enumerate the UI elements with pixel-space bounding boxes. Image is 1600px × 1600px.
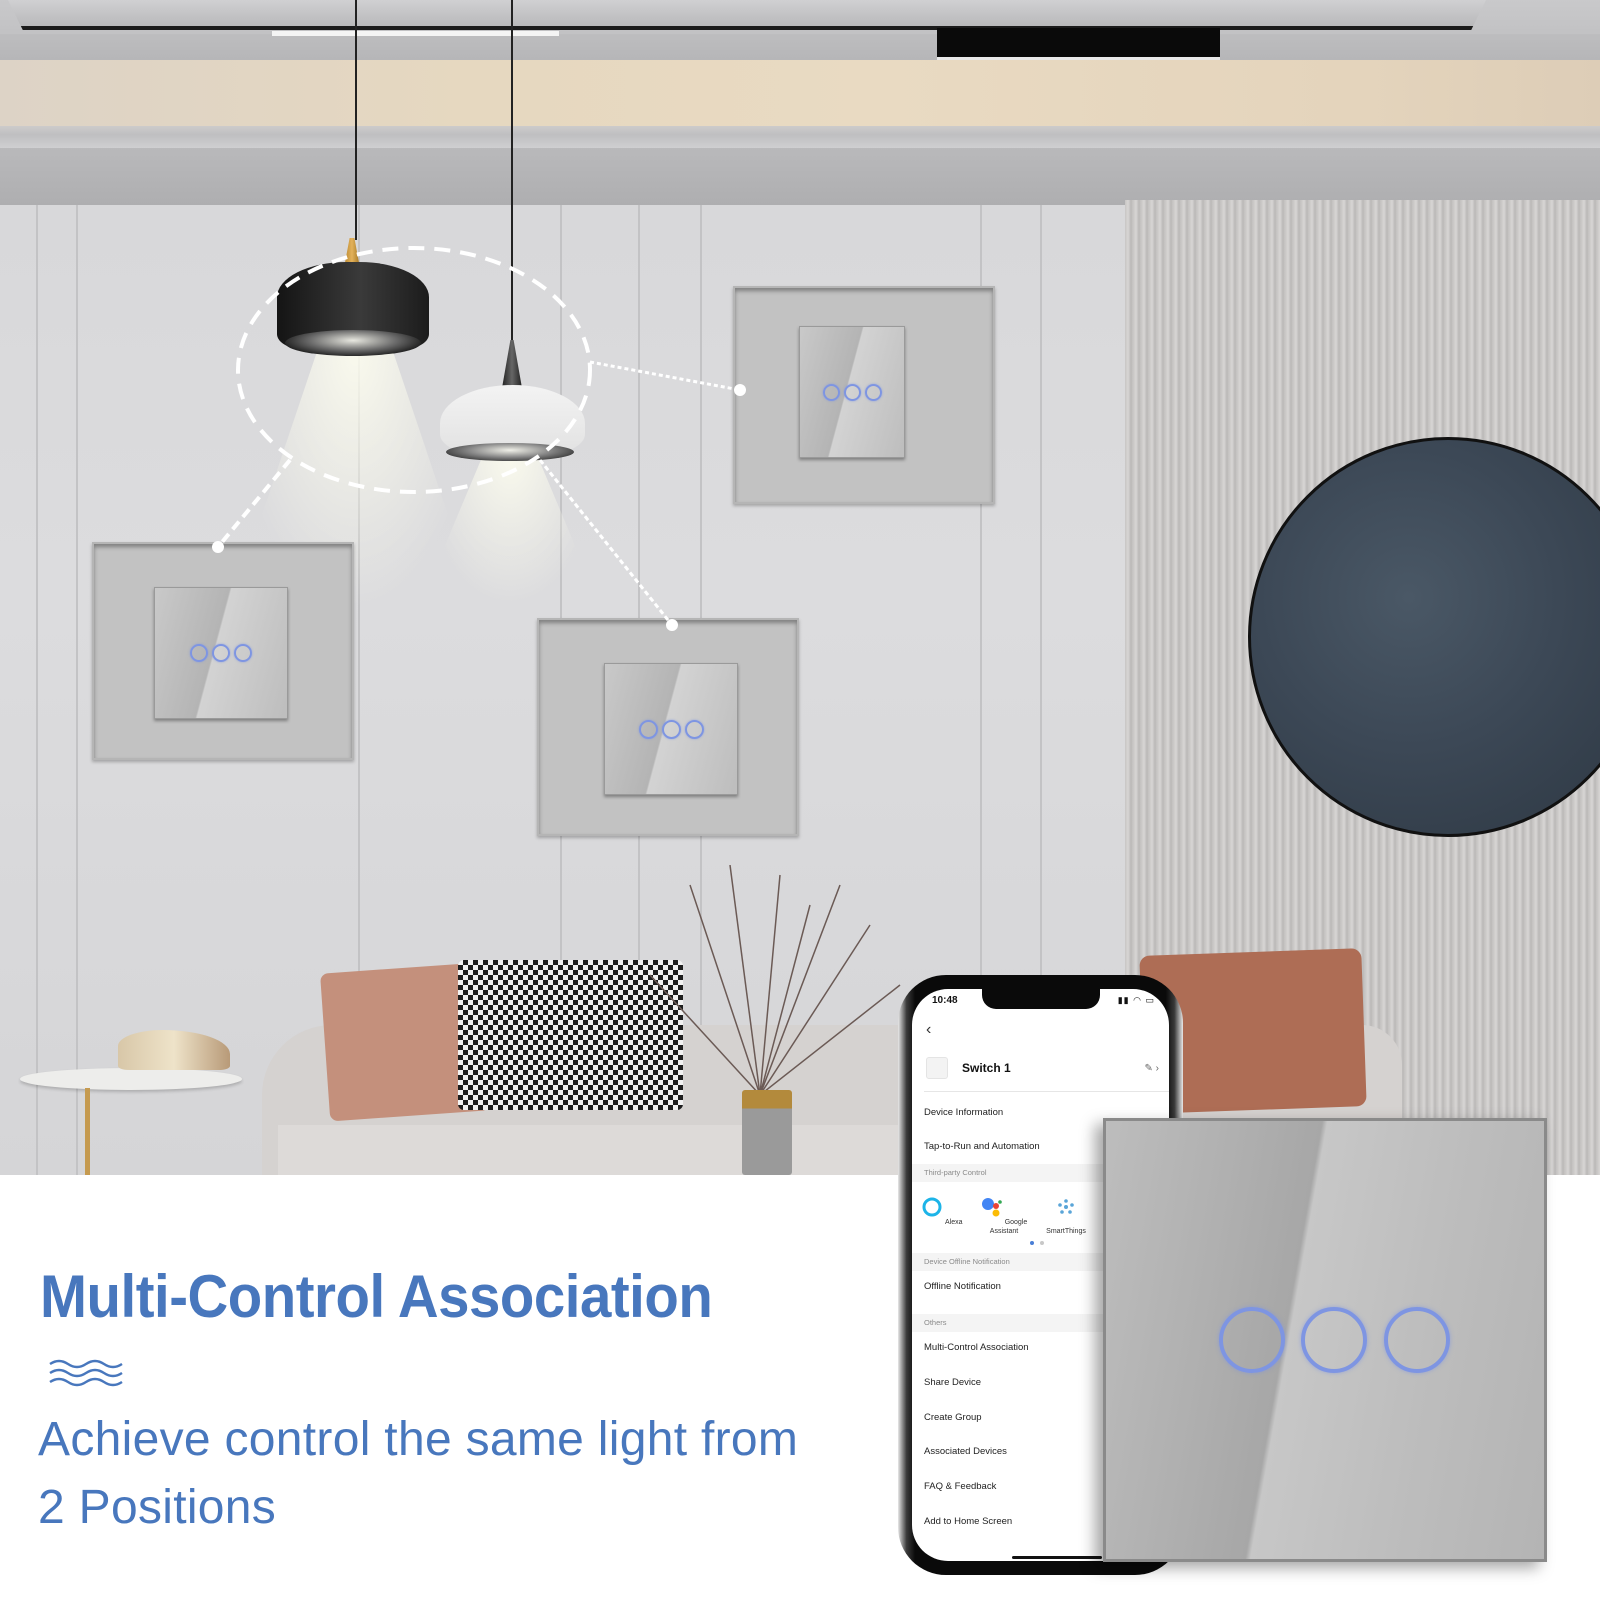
touch-button[interactable] (864, 383, 882, 401)
dried-branches (649, 865, 901, 1095)
side-table-leg (85, 1088, 90, 1175)
edit-icon[interactable]: ✎ › (1145, 1063, 1160, 1074)
touch-button-2[interactable] (1301, 1307, 1367, 1373)
device-header[interactable]: Switch 1 ✎ › (926, 1051, 1159, 1085)
google-assistant-icon (981, 1198, 1002, 1217)
cove-lighting (0, 60, 1600, 128)
subtext-line-1: Achieve control the same light from (38, 1413, 799, 1466)
third-party-label: Alexa (945, 1219, 963, 1226)
touch-button[interactable] (843, 383, 861, 401)
touch-button[interactable] (212, 644, 230, 662)
smartthings-icon (1058, 1199, 1074, 1214)
status-icons: ▮▮ ◠ ▭ (1118, 995, 1155, 1006)
third-party-google-assistant[interactable]: Google Assistant (974, 1196, 1034, 1236)
back-icon[interactable]: ‹ (926, 1021, 931, 1039)
ceiling-spotlight-fixture (937, 28, 1220, 60)
headline: Multi-Control Association (40, 1263, 713, 1330)
wall-switch-plate-center (537, 618, 799, 836)
wave-lines-icon (49, 1359, 123, 1387)
pager-dot[interactable] (1040, 1241, 1044, 1245)
touch-button[interactable] (822, 383, 840, 401)
crown-molding (0, 126, 1600, 148)
black-pendant-lamp-rim (285, 330, 421, 356)
touch-button-3[interactable] (1384, 1307, 1450, 1373)
touch-button[interactable] (638, 719, 658, 739)
third-party-label: Google Assistant (989, 1219, 1028, 1235)
foreground-touch-switch (1103, 1118, 1547, 1562)
third-party-label: SmartThings (1046, 1228, 1086, 1235)
third-party-alexa[interactable]: Alexa (912, 1196, 972, 1227)
touch-button[interactable] (234, 644, 252, 662)
divider (924, 1091, 1169, 1092)
touch-switch-left[interactable] (154, 587, 288, 719)
wifi-icon: ◠ (1133, 995, 1142, 1005)
vase (742, 1090, 792, 1175)
side-table (20, 1068, 242, 1090)
touch-button[interactable] (684, 719, 704, 739)
wall-switch-plate-left (92, 542, 354, 760)
living-room-scene (0, 0, 1600, 1175)
ceiling-recess (8, 0, 1486, 30)
ceiling-track-light (272, 31, 559, 36)
device-thumbnail-icon (926, 1057, 948, 1079)
wall-switch-plate-upper-right (733, 286, 995, 504)
ceiling-soffit (0, 34, 1600, 60)
touch-button[interactable] (190, 644, 208, 662)
home-indicator (1012, 1556, 1102, 1559)
touch-button-1[interactable] (1219, 1307, 1285, 1373)
subtext-line-2: 2 Positions (38, 1481, 277, 1534)
alexa-icon (922, 1197, 942, 1217)
wall-panel-seam (76, 205, 78, 1175)
pager-dot-active[interactable] (1030, 1241, 1034, 1245)
upper-wall (0, 148, 1600, 206)
white-pendant-lamp-rim (446, 443, 574, 461)
wall-panel-seam (36, 205, 38, 1175)
phone-notch (982, 989, 1100, 1009)
third-party-smartthings[interactable]: SmartThings (1036, 1196, 1096, 1236)
pendant-cable (511, 0, 513, 345)
device-name: Switch 1 (962, 1061, 1011, 1075)
menu-item-device-information[interactable]: Device Information (924, 1107, 1169, 1118)
battery-icon: ▭ (1145, 995, 1155, 1005)
touch-switch-center[interactable] (604, 663, 738, 795)
status-time: 10:48 (932, 995, 958, 1006)
signal-icon: ▮▮ (1117, 995, 1130, 1005)
pendant-cable (355, 0, 357, 240)
touch-button[interactable] (661, 719, 681, 739)
touch-switch-upper-right[interactable] (799, 326, 905, 458)
